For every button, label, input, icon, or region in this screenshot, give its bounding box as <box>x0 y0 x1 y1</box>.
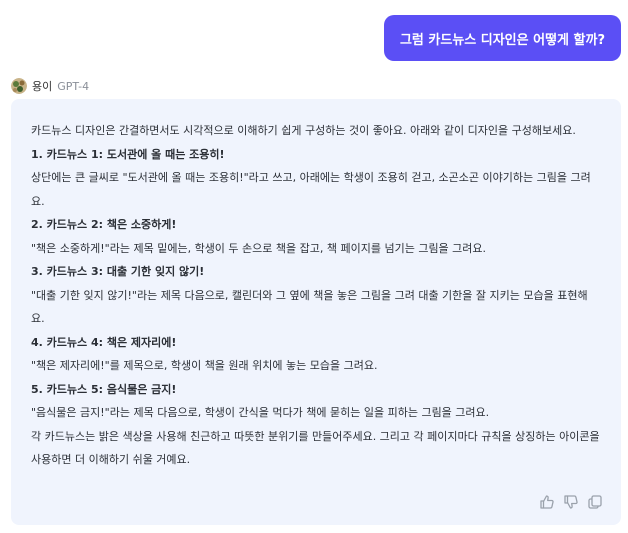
card-heading: 2. 카드뉴스 2: 책은 소중하게! <box>31 218 177 231</box>
card-description: "책은 제자리에!"를 제목으로, 학생이 책을 원래 위치에 놓는 모습을 그… <box>31 359 378 372</box>
message-intro: 카드뉴스 디자인은 간결하면서도 시각적으로 이해하기 쉽게 구성하는 것이 좋… <box>31 124 576 137</box>
assistant-message-body: 카드뉴스 디자인은 간결하면서도 시각적으로 이해하기 쉽게 구성하는 것이 좋… <box>31 119 601 472</box>
user-message-bubble: 그럼 카드뉴스 디자인은 어떻게 할까? <box>383 15 621 61</box>
card-description: "책은 소중하게!"라는 제목 밑에는, 학생이 두 손으로 책을 잡고, 책 … <box>31 241 487 255</box>
card-heading: 5. 카드뉴스 5: 음식물은 금지! <box>31 382 177 396</box>
copy-icon[interactable] <box>587 494 603 510</box>
assistant-message-card: 카드뉴스 디자인은 간결하면서도 시각적으로 이해하기 쉽게 구성하는 것이 좋… <box>11 99 621 525</box>
assistant-name: 용이 <box>32 80 53 93</box>
message-actions <box>531 494 603 510</box>
chat-page: 그럼 카드뉴스 디자인은 어떻게 할까? 용이 GPT-4 카드뉴스 디자인은 … <box>0 0 628 533</box>
card-description: "음식물은 금지!"라는 제목 다음으로, 학생이 간식을 먹다가 책에 묻히는… <box>31 406 490 419</box>
model-name: GPT-4 <box>57 79 90 93</box>
thumbs-up-icon[interactable] <box>539 494 555 510</box>
assistant-header: 용이 GPT-4 <box>11 78 89 94</box>
thumbs-down-icon[interactable] <box>563 494 579 510</box>
user-message-text: 그럼 카드뉴스 디자인은 어떻게 할까? <box>399 32 605 48</box>
message-outro: 각 카드뉴스는 밝은 색상을 사용해 친근하고 따뜻한 분위기를 만들어주세요.… <box>31 429 600 467</box>
card-heading: 4. 카드뉴스 4: 책은 제자리에! <box>31 335 177 349</box>
card-description: "대출 기한 잊지 않기!"라는 제목 다음으로, 캘린더와 그 옆에 책을 놓… <box>31 288 588 326</box>
card-heading: 1. 카드뉴스 1: 도서관에 올 때는 조용히! <box>31 147 225 161</box>
avatar <box>11 78 27 94</box>
card-description: 상단에는 큰 글씨로 "도서관에 올 때는 조용히!"라고 쓰고, 아래에는 학… <box>31 171 591 208</box>
card-heading: 3. 카드뉴스 3: 대출 기한 잊지 않기! <box>31 265 205 278</box>
